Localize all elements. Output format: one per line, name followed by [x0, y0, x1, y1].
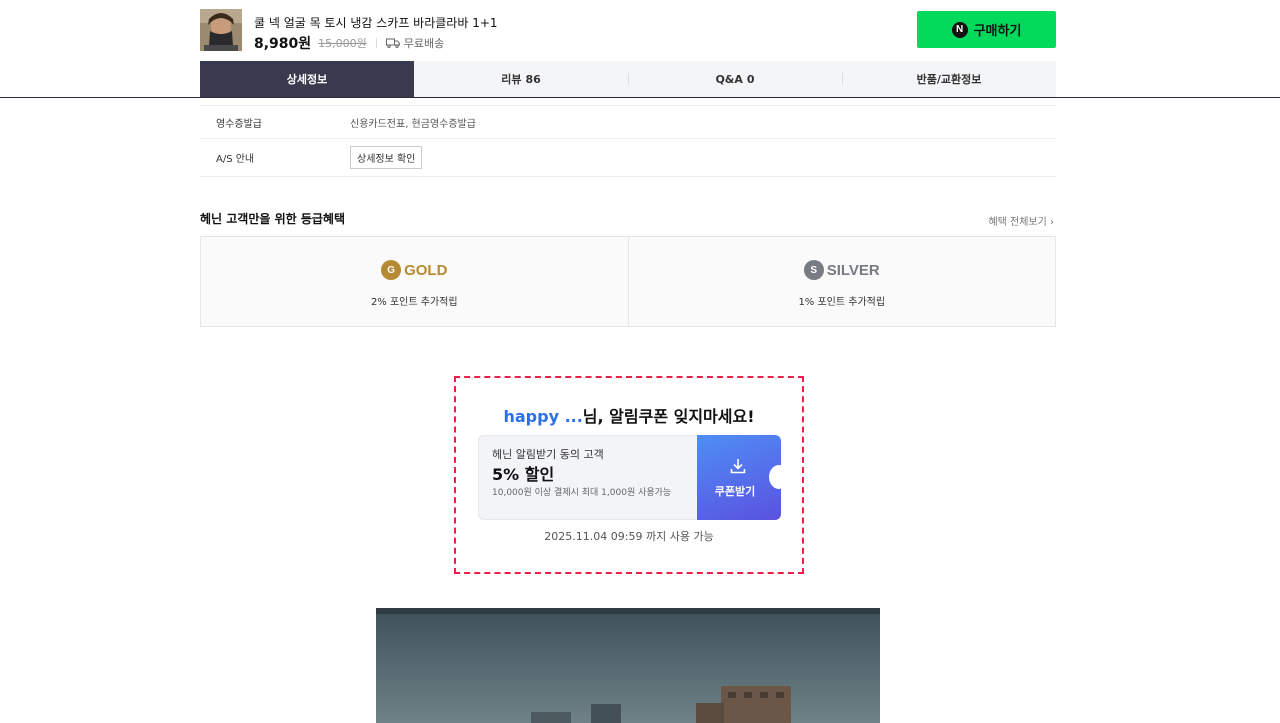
product-detail-image: [376, 608, 880, 723]
buy-button[interactable]: N 구매하기: [917, 11, 1056, 48]
tab-label: 반품/교환정보: [916, 73, 982, 86]
grade-silver: S SILVER 1% 포인트 추가적립: [627, 237, 1056, 326]
price-divider: [375, 38, 377, 48]
coupon-user-name: happy ...: [503, 407, 583, 426]
tab-qna[interactable]: Q&A 0: [628, 61, 842, 97]
coupon-condition: 10,000원 이상 결제시 최대 1,000원 사용가능: [492, 488, 672, 498]
view-all-benefits-link[interactable]: 혜택 전체보기 ›: [988, 213, 1054, 228]
grade-name: GOLD: [404, 261, 448, 279]
grade-name-row: G GOLD: [201, 260, 628, 280]
tab-count: 0: [746, 72, 755, 86]
tab-label: Q&A: [715, 72, 743, 86]
table-row: 영수증발급 신용카드전표, 현금영수증발급: [200, 106, 1056, 139]
grade-benefit-header: 헤닌 고객만을 위한 등급혜택 혜택 전체보기 ›: [200, 210, 1056, 228]
product-title: 쿨 넥 얼굴 목 토시 냉감 스카프 바라클라바 1+1: [254, 16, 498, 30]
detail-tabs: 상세정보 리뷰 86 Q&A 0 반품/교환정보: [200, 61, 1056, 97]
coupon-ticket: 헤닌 알림받기 동의 고객 5% 할인 10,000원 이상 결제시 최대 1,…: [478, 435, 789, 520]
tab-count: 86: [525, 72, 541, 86]
silver-coin-icon: S: [803, 260, 824, 280]
product-photo: [376, 608, 880, 723]
coupon-headline: happy ...님, 알림쿠폰 잊지마세요!: [456, 403, 802, 427]
grade-name-row: S SILVER: [629, 260, 1056, 280]
info-key: 영수증발급: [216, 118, 262, 130]
grade-name: SILVER: [826, 261, 880, 279]
as-detail-button[interactable]: 상세정보 확인: [350, 146, 423, 169]
tab-label: 리뷰: [501, 73, 522, 86]
info-value: 상세정보 확인: [334, 146, 423, 169]
shipping-info: 무료배송: [403, 37, 445, 50]
coupon-expiry: 2025.11.04 09:59 까지 사용 가능: [544, 530, 714, 543]
tab-detail-info[interactable]: 상세정보: [200, 61, 414, 97]
info-value: 신용카드전표, 현금영수증발급: [350, 118, 476, 130]
buy-button-label: 구매하기: [973, 24, 1022, 39]
alert-coupon-box: happy ...님, 알림쿠폰 잊지마세요! 헤닌 알림받기 동의 고객 5%…: [454, 376, 804, 574]
grade-gold: G GOLD 2% 포인트 추가적립: [201, 237, 628, 326]
gold-coin-icon: G: [381, 260, 402, 280]
product-info-table: 영수증발급 신용카드전표, 현금영수증발급 A/S 안내 상세정보 확인: [200, 105, 1056, 177]
sale-price: 8,980원: [254, 36, 312, 52]
coupon-target: 헤닌 알림받기 동의 고객: [492, 448, 604, 461]
tab-return-exchange[interactable]: 반품/교환정보: [842, 61, 1056, 97]
grade-desc: 1% 포인트 추가적립: [798, 297, 886, 308]
original-price: 15,000원: [318, 37, 367, 50]
price-row: 8,980원 15,000원 무료배송: [254, 33, 444, 53]
ticket-notch: [769, 465, 789, 489]
sticky-product-header: 쿨 넥 얼굴 목 토시 냉감 스카프 바라클라바 1+1 8,980원 15,0…: [0, 0, 1280, 98]
product-thumbnail[interactable]: [200, 9, 242, 51]
grade-desc: 2% 포인트 추가적립: [370, 297, 458, 308]
download-coupon-button[interactable]: 쿠폰받기: [697, 435, 789, 520]
naver-pay-icon: N: [951, 21, 968, 38]
product-thumbnail-image: [200, 9, 242, 51]
tab-label: 상세정보: [286, 73, 328, 86]
table-row: A/S 안내 상세정보 확인: [200, 139, 1056, 177]
truck-icon: [385, 38, 400, 48]
coupon-discount: 5% 할인: [492, 465, 555, 484]
download-coupon-label: 쿠폰받기: [714, 485, 756, 498]
tab-reviews[interactable]: 리뷰 86: [414, 61, 628, 97]
download-icon: [730, 459, 746, 474]
grade-benefit-box: G GOLD 2% 포인트 추가적립 S SILVER 1% 포인트 추가적립: [200, 236, 1056, 327]
coupon-headline-text: 님, 알림쿠폰 잊지마세요!: [582, 407, 755, 426]
info-key: A/S 안내: [216, 154, 255, 165]
coupon-info: 헤닌 알림받기 동의 고객 5% 할인 10,000원 이상 결제시 최대 1,…: [478, 435, 697, 520]
grade-benefit-title: 헤닌 고객만을 위한 등급혜택: [200, 212, 346, 226]
product-summary: 쿨 넥 얼굴 목 토시 냉감 스카프 바라클라바 1+1 8,980원 15,0…: [200, 9, 1056, 53]
